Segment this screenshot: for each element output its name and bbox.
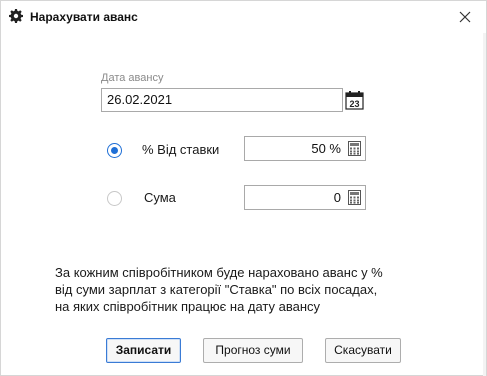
sum-radio[interactable] bbox=[107, 191, 122, 206]
gear-icon bbox=[9, 9, 23, 23]
sum-field[interactable]: 0 bbox=[244, 185, 366, 210]
dialog-title: Нарахувати аванс bbox=[30, 10, 138, 24]
rate-label: % Від ставки bbox=[142, 142, 220, 157]
sum-value: 0 bbox=[333, 190, 341, 205]
info-line: За кожним співробітником буде нараховано… bbox=[55, 265, 383, 280]
calculator-icon[interactable] bbox=[348, 141, 361, 156]
calendar-day-number: 23 bbox=[349, 99, 359, 109]
advance-date-field[interactable]: 26.02.2021 bbox=[101, 88, 343, 112]
title-bar: Нарахувати аванс bbox=[1, 1, 486, 33]
advance-dialog: Нарахувати аванс Дата авансу 26.02.2021 … bbox=[0, 0, 487, 376]
save-button[interactable]: Записати bbox=[106, 338, 181, 363]
advance-date-value: 26.02.2021 bbox=[107, 92, 173, 107]
calculator-icon[interactable] bbox=[348, 190, 361, 205]
forecast-sum-button[interactable]: Прогноз суми bbox=[203, 338, 303, 363]
info-line: на яких співробітник працює на дату аван… bbox=[55, 299, 321, 314]
sum-label: Сума bbox=[144, 190, 176, 205]
info-text: За кожним співробітником буде нараховано… bbox=[55, 264, 435, 315]
rate-percent-value: 50 % bbox=[311, 141, 341, 156]
advance-date-label: Дата авансу bbox=[101, 72, 164, 84]
rate-radio[interactable] bbox=[107, 143, 122, 158]
window-edge bbox=[483, 33, 486, 376]
close-icon bbox=[459, 11, 471, 22]
rate-percent-field[interactable]: 50 % bbox=[244, 136, 366, 161]
info-line: від суми зарплат з категорії "Ставка" по… bbox=[55, 282, 378, 297]
cancel-button[interactable]: Скасувати bbox=[325, 338, 401, 363]
calendar-icon: 23 bbox=[345, 91, 364, 110]
close-button[interactable] bbox=[449, 3, 481, 29]
calendar-button[interactable]: 23 bbox=[345, 90, 364, 110]
